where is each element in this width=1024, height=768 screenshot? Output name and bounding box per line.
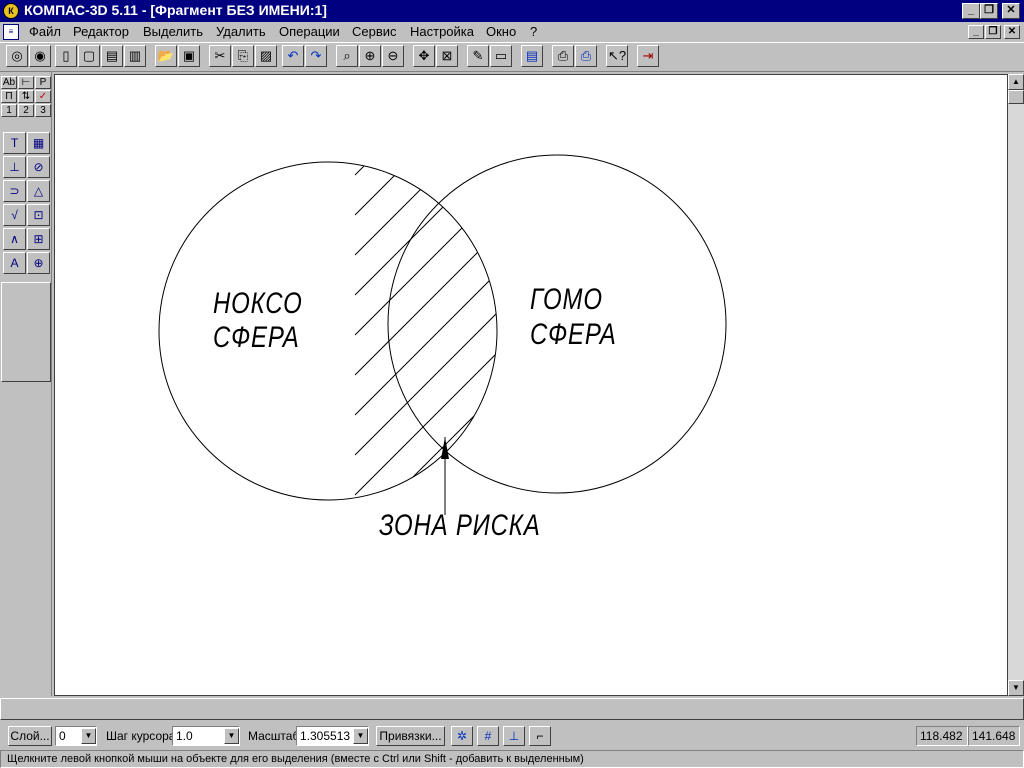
menu-select[interactable]: Выделить [143, 24, 203, 39]
table-tool-icon[interactable]: ▦ [27, 132, 50, 154]
diameter-dimension-icon[interactable]: ⊘ [27, 156, 50, 178]
menu-window[interactable]: Окно [486, 24, 516, 39]
copy-icon[interactable]: ⎘ [232, 45, 254, 67]
menu-editor[interactable]: Редактор [73, 24, 129, 39]
page-3-button[interactable]: 3 [35, 104, 51, 117]
open-icon[interactable]: 📂 [155, 45, 177, 67]
page-2-button[interactable]: 2 [18, 104, 34, 117]
coord-y: 141.648 [968, 726, 1020, 746]
scale-label: Масштаб [248, 729, 300, 743]
menu-service[interactable]: Сервис [352, 24, 397, 39]
scroll-thumb[interactable] [1008, 90, 1024, 104]
menu-delete[interactable]: Удалить [216, 24, 266, 39]
leader-icon[interactable]: ∧ [3, 228, 26, 250]
step-label: Шаг курсора [106, 729, 176, 743]
save-icon[interactable]: ▣ [178, 45, 200, 67]
zoom-icon[interactable]: ⌕ [336, 45, 358, 67]
zoom-out-icon[interactable]: ⊖ [382, 45, 404, 67]
drawing-svg[interactable] [55, 75, 1008, 696]
page-1-button[interactable]: 1 [1, 104, 17, 117]
new-text-icon[interactable]: ▥ [124, 45, 146, 67]
cut-icon[interactable]: ✂ [209, 45, 231, 67]
status-bar: Щелкните левой кнопкой мыши на объекте д… [0, 750, 1024, 768]
center-mark-icon[interactable]: ⊕ [27, 252, 50, 274]
new-fragment-icon[interactable]: ◉ [29, 45, 51, 67]
properties-icon[interactable]: ▤ [521, 45, 543, 67]
mode-p-icon[interactable]: П [1, 90, 17, 103]
local-cs-icon[interactable]: ⊥ [503, 726, 525, 746]
kompas-logo-icon[interactable]: К [3, 3, 19, 19]
new-spec-icon[interactable]: ▤ [101, 45, 123, 67]
mode-arrows-icon[interactable]: ⇅ [18, 90, 34, 103]
doc-minimize-button[interactable]: _ [968, 25, 984, 39]
right-label-line1: ГОМО [530, 283, 603, 316]
scroll-down-icon[interactable]: ▼ [1008, 680, 1024, 696]
panel-empty-area [1, 282, 51, 382]
print-icon[interactable]: ⎙ [575, 45, 597, 67]
risk-zone-label: ЗОНА РИСКА [379, 509, 541, 542]
snap-toggle-icon[interactable]: ✲ [451, 726, 473, 746]
step-dropdown-icon[interactable]: ▼ [224, 728, 239, 744]
mode-check-icon[interactable]: ✓ [35, 90, 51, 103]
left-label-line1: НОКСО [213, 287, 303, 320]
secondary-panel [0, 698, 1024, 720]
scale-dropdown-icon[interactable]: ▼ [353, 728, 368, 744]
doc-restore-button[interactable]: ❐ [985, 25, 1001, 39]
main-toolbar [0, 42, 1024, 72]
paste-icon[interactable]: ▨ [255, 45, 277, 67]
roughness-icon[interactable]: √ [3, 204, 26, 226]
view-arrow-icon[interactable]: A [3, 252, 26, 274]
mode-text-icon[interactable]: Ab [1, 76, 17, 89]
refresh-icon[interactable]: ✎ [467, 45, 489, 67]
help-icon[interactable]: ↖? [606, 45, 628, 67]
mode-param-icon[interactable]: P [35, 76, 51, 89]
restore-button[interactable]: ❐ [980, 3, 998, 19]
grid-icon[interactable]: # [477, 726, 499, 746]
scroll-up-icon[interactable]: ▲ [1008, 74, 1024, 90]
menu-help[interactable]: ? [530, 24, 537, 39]
preview-icon[interactable]: ⎙ [552, 45, 574, 67]
exit-icon[interactable]: ⇥ [637, 45, 659, 67]
title-bar[interactable]: К КОМПАС-3D 5.11 - [Фрагмент БЕЗ ИМЕНИ:1… [0, 0, 1024, 22]
vertical-scrollbar[interactable]: ▲ ▼ [1008, 74, 1024, 696]
new-model-icon[interactable]: ◎ [6, 45, 28, 67]
layer-button[interactable]: Слой... [8, 726, 52, 746]
ortho-icon[interactable]: ⌐ [529, 726, 551, 746]
snap-button[interactable]: Привязки... [376, 726, 445, 746]
close-button[interactable]: ✕ [1002, 3, 1020, 19]
drawing-canvas[interactable]: НОКСО СФЕРА ГОМО СФЕРА ЗОНА РИСКА [54, 74, 1008, 696]
new-document-icon[interactable]: ▯ [55, 45, 77, 67]
layer-dropdown-icon[interactable]: ▼ [81, 728, 96, 744]
new-sheet-icon[interactable]: ▢ [78, 45, 100, 67]
angle-dimension-icon[interactable]: △ [27, 180, 50, 202]
menu-settings[interactable]: Настройка [410, 24, 474, 39]
pan-icon[interactable]: ✥ [413, 45, 435, 67]
undo-icon[interactable]: ↶ [282, 45, 304, 67]
fit-icon[interactable]: ⊠ [436, 45, 458, 67]
layer-icon[interactable]: ▭ [490, 45, 512, 67]
radial-dimension-icon[interactable]: ⊃ [3, 180, 26, 202]
coord-x: 118.482 [916, 726, 968, 746]
document-menu-icon[interactable]: ≡ [3, 24, 19, 40]
redo-icon[interactable]: ↷ [305, 45, 327, 67]
zoom-in-icon[interactable]: ⊕ [359, 45, 381, 67]
base-mark-icon[interactable]: ⊡ [27, 204, 50, 226]
left-label-line2: СФЕРА [213, 321, 300, 354]
linear-dimension-icon[interactable]: ⊥ [3, 156, 26, 178]
window-title: КОМПАС-3D 5.11 - [Фрагмент БЕЗ ИМЕНИ:1] [24, 2, 327, 18]
right-label-line2: СФЕРА [530, 318, 617, 351]
menu-operations[interactable]: Операции [279, 24, 340, 39]
tolerance-icon[interactable]: ⊞ [27, 228, 50, 250]
doc-close-button[interactable]: ✕ [1004, 25, 1020, 39]
text-tool-icon[interactable]: T [3, 132, 26, 154]
menu-file[interactable]: Файл [29, 24, 61, 39]
minimize-button[interactable]: _ [962, 3, 980, 19]
mode-dimension-icon[interactable]: ⊢ [18, 76, 34, 89]
